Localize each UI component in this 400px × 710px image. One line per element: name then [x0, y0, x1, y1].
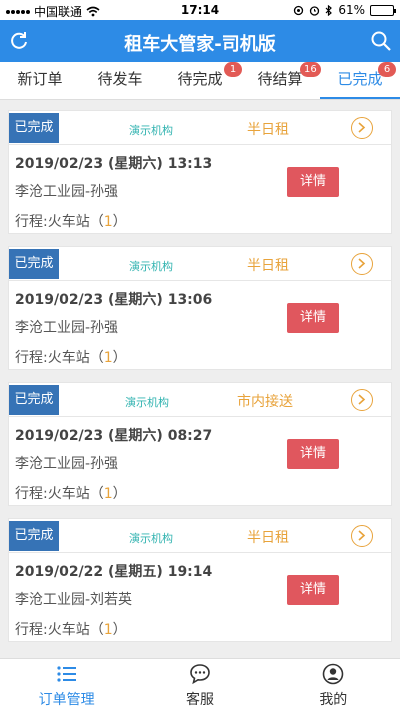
order-tabs: 新订单 待发车 待完成 1 待结算 16 已完成 6 — [0, 62, 400, 100]
organization-label: 演示机构 — [129, 260, 173, 273]
order-datetime: 2019/02/23 (星期六) 08:27 — [15, 428, 213, 444]
chevron-right-icon[interactable] — [351, 525, 373, 547]
location-icon — [294, 5, 304, 15]
app-header: 租车大管家-司机版 — [0, 20, 400, 62]
order-route: 李沧工业园-孙强 — [15, 320, 119, 336]
detail-button[interactable]: 详情 — [287, 303, 339, 333]
order-datetime: 2019/02/23 (星期六) 13:06 — [15, 292, 213, 308]
page-title: 租车大管家-司机版 — [124, 34, 276, 55]
order-route: 李沧工业园-孙强 — [15, 456, 119, 472]
trip-count: 1 — [103, 622, 113, 638]
user-icon — [323, 663, 344, 685]
status-badge: 已完成 — [9, 113, 59, 143]
list-icon — [57, 666, 76, 682]
bottom-nav: 订单管理 客服 我的 — [0, 658, 400, 710]
status-bar: 中国联通 17:14 61% — [0, 0, 400, 20]
status-badge: 已完成 — [9, 385, 59, 415]
search-icon[interactable] — [370, 30, 392, 52]
bluetooth-icon — [325, 4, 333, 16]
order-datetime: 2019/02/22 (星期五) 19:14 — [15, 564, 213, 580]
order-route: 李沧工业园-刘若英 — [15, 592, 133, 608]
chat-icon — [190, 664, 210, 685]
order-card[interactable]: 已完成 演示机构 半日租 2019/02/23 (星期六) 13:13 李沧工业… — [8, 110, 392, 234]
detail-button[interactable]: 详情 — [287, 167, 339, 197]
battery-percent: 61% — [338, 3, 365, 17]
status-badge: 已完成 — [9, 249, 59, 279]
detail-button[interactable]: 详情 — [287, 575, 339, 605]
trip-count: 1 — [103, 214, 113, 230]
rental-type-label: 半日租 — [247, 530, 289, 546]
nav-profile[interactable]: 我的 — [267, 659, 400, 710]
trip-info: 行程:火车站（1） — [15, 214, 127, 230]
tab-pending-settlement[interactable]: 待结算 16 — [240, 62, 321, 99]
battery-icon — [370, 4, 396, 16]
trip-info: 行程:火车站（1） — [15, 486, 127, 502]
chevron-right-icon[interactable] — [351, 253, 373, 275]
nav-customer-service[interactable]: 客服 — [133, 659, 266, 710]
order-route: 李沧工业园-孙强 — [15, 184, 119, 200]
detail-button[interactable]: 详情 — [287, 439, 339, 469]
order-card[interactable]: 已完成 演示机构 半日租 2019/02/22 (星期五) 19:14 李沧工业… — [8, 518, 392, 642]
trip-count: 1 — [103, 486, 113, 502]
trip-info: 行程:火车站（1） — [15, 350, 127, 366]
organization-label: 演示机构 — [129, 532, 173, 545]
organization-label: 演示机构 — [129, 124, 173, 137]
tab-badge: 6 — [378, 62, 396, 77]
nav-order-management[interactable]: 订单管理 — [0, 659, 133, 710]
organization-label: 演示机构 — [125, 396, 169, 409]
rental-type-label: 市内接送 — [237, 394, 293, 410]
order-card[interactable]: 已完成 演示机构 半日租 2019/02/23 (星期六) 13:06 李沧工业… — [8, 246, 392, 370]
rental-type-label: 半日租 — [247, 258, 289, 274]
trip-count: 1 — [103, 350, 113, 366]
tab-badge: 16 — [300, 62, 321, 77]
order-list: 已完成 演示机构 半日租 2019/02/23 (星期六) 13:13 李沧工业… — [8, 110, 392, 654]
order-datetime: 2019/02/23 (星期六) 13:13 — [15, 156, 213, 172]
rental-type-label: 半日租 — [247, 122, 289, 138]
order-card[interactable]: 已完成 演示机构 市内接送 2019/02/23 (星期六) 08:27 李沧工… — [8, 382, 392, 506]
chevron-right-icon[interactable] — [351, 389, 373, 411]
chevron-right-icon[interactable] — [351, 117, 373, 139]
status-badge: 已完成 — [9, 521, 59, 551]
alarm-icon — [310, 5, 320, 16]
tab-pending-completion[interactable]: 待完成 1 — [160, 62, 242, 99]
tab-completed[interactable]: 已完成 6 — [320, 62, 400, 99]
trip-info: 行程:火车站（1） — [15, 622, 127, 638]
tab-new-orders[interactable]: 新订单 — [0, 62, 80, 99]
tab-pending-departure[interactable]: 待发车 — [80, 62, 160, 99]
